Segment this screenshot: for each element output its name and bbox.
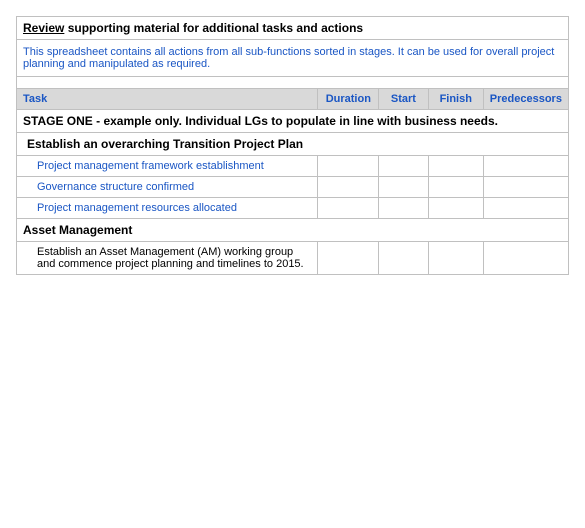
duration-cell [318,242,379,275]
task-cell: Project management resources allocated [17,198,318,219]
table-row: Governance structure confirmed [17,177,569,198]
spreadsheet: Review supporting material for additiona… [16,16,569,275]
task-cell: Governance structure confirmed [17,177,318,198]
finish-cell [428,242,483,275]
table-row: Establish an Asset Management (AM) worki… [17,242,569,275]
info-row: This spreadsheet contains all actions fr… [17,40,569,77]
column-header-row: Task Duration Start Finish Predecessors [17,89,569,110]
col-header-task: Task [17,89,318,110]
pred-cell [483,156,568,177]
start-cell [379,156,429,177]
col-header-finish: Finish [428,89,483,110]
section1-header: Establish an overarching Transition Proj… [17,133,569,156]
start-cell [379,242,429,275]
header-rest: supporting material for additional tasks… [64,21,363,35]
col-header-start: Start [379,89,429,110]
stage-one-row: STAGE ONE - example only. Individual LGs… [17,110,569,133]
section2-header: Asset Management [17,219,569,242]
finish-cell [428,198,483,219]
pred-cell [483,242,568,275]
table-row: Project management framework establishme… [17,156,569,177]
review-word: Review [23,21,64,35]
page-container: Review supporting material for additiona… [0,0,585,528]
header-title: Review supporting material for additiona… [23,21,363,35]
duration-cell [318,156,379,177]
start-cell [379,177,429,198]
col-header-pred: Predecessors [483,89,568,110]
duration-cell [318,177,379,198]
spacer-row [17,77,569,89]
pred-cell [483,177,568,198]
stage-one-label: STAGE ONE - example only. Individual LGs… [17,110,569,133]
table-row: Project management resources allocated [17,198,569,219]
start-cell [379,198,429,219]
header-cell: Review supporting material for additiona… [17,17,569,40]
finish-cell [428,177,483,198]
section1-header-row: Establish an overarching Transition Proj… [17,133,569,156]
header-row: Review supporting material for additiona… [17,17,569,40]
duration-cell [318,198,379,219]
pred-cell [483,198,568,219]
section2-header-row: Asset Management [17,219,569,242]
spacer-cell [17,77,569,89]
task-cell: Project management framework establishme… [17,156,318,177]
col-header-duration: Duration [318,89,379,110]
task-cell: Establish an Asset Management (AM) worki… [17,242,318,275]
info-cell: This spreadsheet contains all actions fr… [17,40,569,77]
finish-cell [428,156,483,177]
info-text: This spreadsheet contains all actions fr… [23,46,554,70]
